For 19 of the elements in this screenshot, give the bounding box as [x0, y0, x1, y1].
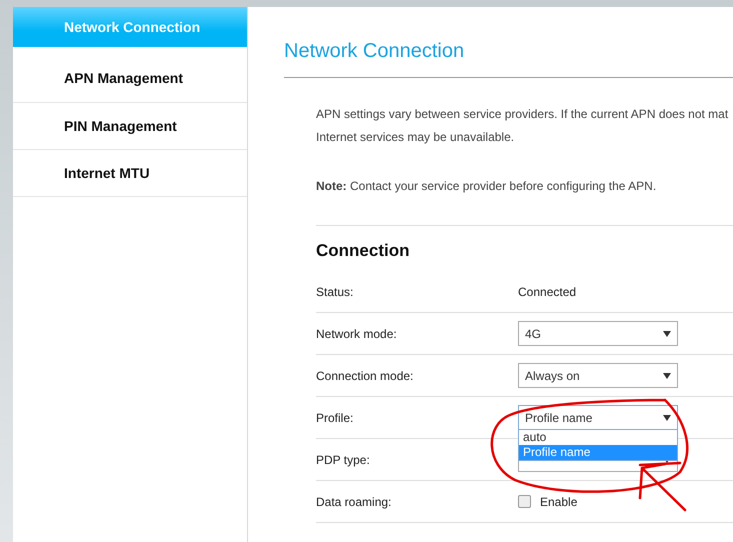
intro-text: Internet services may be unavailable.: [316, 129, 516, 146]
caret-icon: [663, 414, 671, 420]
dropdown-select[interactable]: Always on: [518, 363, 678, 388]
field-label: Data roaming:: [316, 494, 392, 508]
caret-icon: [663, 330, 671, 336]
intro-text: APN settings vary between service providers. If the current APN does not mat: [316, 106, 730, 123]
status-value: Connected: [518, 284, 576, 298]
note-text: Note: Contact your service provider before configuring the APN.: [316, 179, 733, 226]
page-title: Network Connection: [284, 40, 733, 78]
checkbox-label: Enable: [540, 494, 578, 508]
checkbox[interactable]: [518, 495, 531, 508]
field-label: Network mode:: [316, 326, 398, 340]
field-label: Profile:: [316, 410, 354, 424]
field-label: Connection mode:: [316, 368, 414, 382]
section-title: Connection: [316, 240, 410, 262]
dropdown-select[interactable]: 4G: [518, 321, 678, 346]
field-label: PDP type:: [316, 452, 371, 466]
caret-icon: [663, 372, 671, 378]
field-label: Status:: [316, 284, 354, 298]
